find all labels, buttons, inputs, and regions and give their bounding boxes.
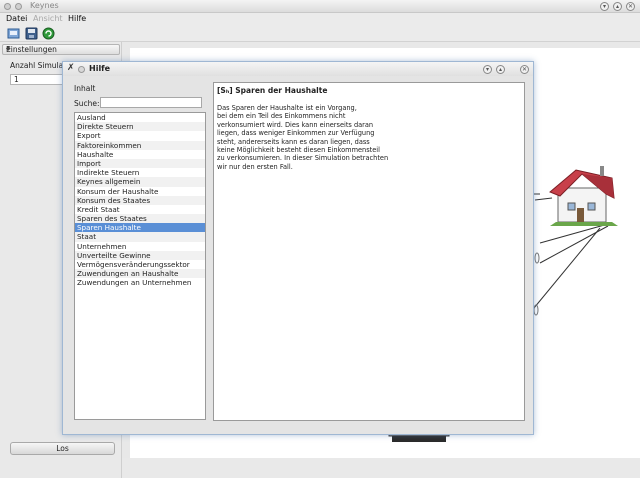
- topic-list-item[interactable]: Sparen des Staates: [75, 214, 205, 224]
- status-strip: [122, 458, 640, 478]
- help-minimize-icon[interactable]: ▾: [483, 65, 492, 74]
- menu-datei[interactable]: Datei: [6, 14, 27, 23]
- topic-list-item[interactable]: Import: [75, 158, 205, 169]
- topic-list-item[interactable]: Zuwendungen an Haushalte: [75, 269, 205, 279]
- topic-list-item[interactable]: Konsum des Staates: [75, 195, 205, 205]
- help-close-icon[interactable]: ✕: [520, 65, 529, 74]
- topic-list-item[interactable]: Konsum der Haushalte: [75, 187, 205, 196]
- combo-arrow-icon: ◆: [6, 45, 11, 52]
- search-input[interactable]: [100, 97, 202, 108]
- window-title: Keynes: [30, 1, 59, 10]
- help-dialog: ✗ Hilfe ▾ ▴ ✕ Inhalt Suche: Ausland Direk…: [62, 61, 534, 435]
- topic-list-item[interactable]: Zuwendungen an Unternehmen: [75, 278, 205, 287]
- sticky-icon[interactable]: [15, 3, 22, 10]
- menubar: Datei Ansicht Hilfe: [0, 13, 640, 25]
- topic-list-item[interactable]: Ausland: [75, 113, 205, 122]
- topic-list-item[interactable]: Indirekte Steuern: [75, 168, 205, 177]
- household-house-icon: [549, 166, 618, 226]
- topic-list-item[interactable]: Haushalte: [75, 150, 205, 159]
- topic-list[interactable]: Ausland Direkte Steuern Export Faktoreinkom…: [74, 112, 206, 420]
- settings-combo[interactable]: Einstellungen ◆: [2, 44, 120, 55]
- help-sticky-icon[interactable]: [78, 66, 85, 73]
- help-content-pane: [Sₕ] Sparen der Haushalte Das Sparen der…: [213, 82, 525, 421]
- minimize-icon[interactable]: ▾: [600, 2, 609, 11]
- topic-list-item[interactable]: Export: [75, 131, 205, 140]
- window-menu-icon[interactable]: [4, 3, 11, 10]
- topic-list-item[interactable]: Unverteilte Gewinne: [75, 250, 205, 260]
- topic-list-item[interactable]: Sparen Haushalte: [75, 223, 205, 233]
- topic-list-item[interactable]: Unternehmen: [75, 242, 205, 251]
- maximize-icon[interactable]: ▴: [613, 2, 622, 11]
- simulation-count-label: Anzahl Simulat: [10, 61, 67, 70]
- save-disk-icon[interactable]: [25, 27, 38, 40]
- help-app-icon: ✗: [67, 63, 75, 73]
- topic-list-item[interactable]: Staat: [75, 232, 205, 242]
- run-button[interactable]: Los: [10, 442, 115, 455]
- new-document-icon[interactable]: [7, 27, 20, 40]
- help-content-text: Das Sparen der Haushalte ist ein Vorgang…: [217, 104, 389, 171]
- main-titlebar: Keynes ▾ ▴ ✕: [0, 0, 640, 13]
- help-maximize-icon[interactable]: ▴: [496, 65, 505, 74]
- topic-list-item[interactable]: Vermögensveränderungssektor: [75, 260, 205, 269]
- menu-hilfe[interactable]: Hilfe: [68, 14, 86, 23]
- help-title: Hilfe: [89, 64, 111, 73]
- menu-ansicht[interactable]: Ansicht: [33, 14, 63, 23]
- search-label: Suche:: [74, 99, 100, 108]
- contents-label: Inhalt: [74, 84, 96, 93]
- topic-list-item[interactable]: Direkte Steuern: [75, 122, 205, 132]
- simulation-count-input[interactable]: 1: [10, 74, 70, 85]
- toolbar: [0, 25, 640, 42]
- topic-list-item[interactable]: Kredit Staat: [75, 205, 205, 214]
- topic-list-item[interactable]: Faktoreinkommen: [75, 140, 205, 150]
- close-icon[interactable]: ✕: [626, 2, 635, 11]
- help-content-title: [Sₕ] Sparen der Haushalte: [217, 86, 328, 95]
- refresh-green-icon[interactable]: [42, 27, 55, 40]
- help-titlebar: ✗ Hilfe ▾ ▴ ✕: [63, 62, 533, 76]
- topic-list-item[interactable]: Keynes allgemein: [75, 177, 205, 187]
